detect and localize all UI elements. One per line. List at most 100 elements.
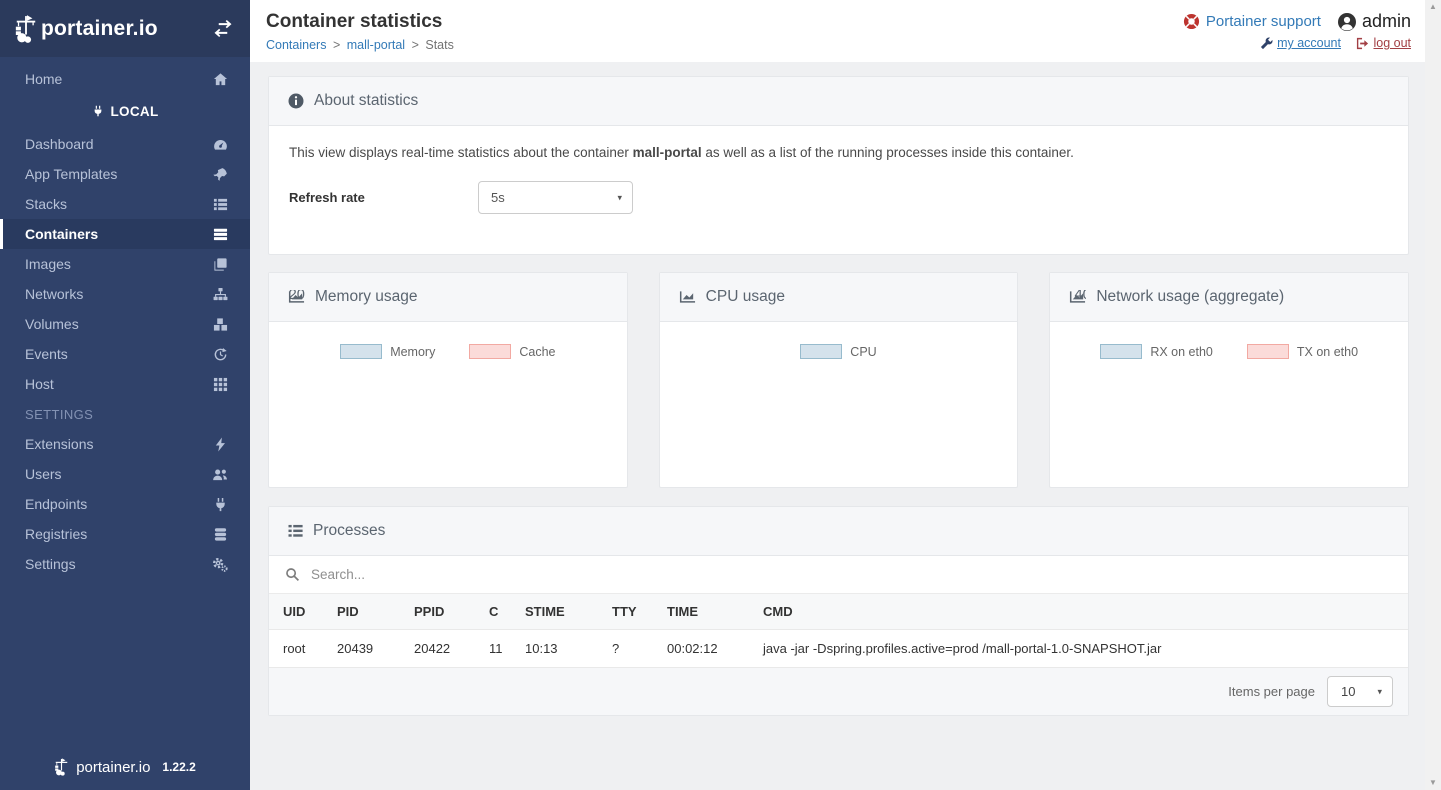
sidebar-item-containers[interactable]: Containers (0, 219, 250, 249)
user-circle-icon (1337, 12, 1357, 32)
charts-row: 0.0B100 MB200 MB10:32:5010:32:5810:33:02… (268, 272, 1409, 488)
column-header-ppid: PPID (404, 594, 479, 630)
sidebar-footer: portainer.io 1.22.2 (0, 744, 250, 790)
search-icon (285, 567, 300, 582)
life-ring-icon (1183, 13, 1200, 30)
column-header-time: TIME (657, 594, 753, 630)
user-menu[interactable]: admin (1337, 11, 1411, 32)
breadcrumb-separator: > (333, 38, 340, 52)
home-icon (213, 72, 228, 87)
sidebar-item-host[interactable]: Host (0, 369, 250, 399)
database-icon (213, 527, 228, 542)
column-header-c: C (479, 594, 515, 630)
brand-text: portainer.io (41, 17, 158, 41)
cpu-usage-panel: 0.0%2%4%10:32:5010:32:5810:33:02 CPU usa… (659, 272, 1019, 488)
about-panel-header: About statistics (269, 77, 1408, 126)
endpoint-name: LOCAL (0, 96, 250, 126)
svg-text:400 kB: 400 kB (1075, 290, 1087, 303)
username: admin (1362, 11, 1411, 32)
about-description: This view displays real-time statistics … (289, 145, 1388, 160)
sidebar-nav: HomeLOCALDashboardApp TemplatesStacksCon… (0, 57, 250, 579)
volumes-icon (213, 317, 228, 332)
about-panel-title: About statistics (314, 92, 418, 110)
breadcrumb-container-name[interactable]: mall-portal (347, 38, 405, 52)
breadcrumb-separator: > (412, 38, 419, 52)
cpu-usage-chart (670, 367, 1007, 457)
items-per-page-label: Items per page (1228, 684, 1315, 699)
sidebar-item-users[interactable]: Users (0, 459, 250, 489)
log-out-link[interactable]: log out (1356, 36, 1411, 50)
legend-cpu: CPU (800, 344, 876, 359)
sidebar-item-events[interactable]: Events (0, 339, 250, 369)
sidebar-item-images[interactable]: Images (0, 249, 250, 279)
breadcrumb-containers[interactable]: Containers (266, 38, 326, 52)
sidebar-item-registries[interactable]: Registries (0, 519, 250, 549)
scroll-down-icon[interactable]: ▼ (1429, 779, 1437, 787)
chart-title: CPU usage (706, 288, 785, 306)
container-name: mall-portal (633, 145, 702, 160)
gears-icon (212, 557, 228, 572)
memory-usage-panel: 0.0B100 MB200 MB10:32:5010:32:5810:33:02… (268, 272, 628, 488)
page-title: Container statistics (266, 11, 454, 33)
items-per-page-select[interactable]: 10 ▾ (1327, 676, 1393, 707)
chevron-down-icon: ▾ (1377, 686, 1382, 697)
svg-text:200 MB: 200 MB (289, 290, 305, 303)
header-user-area: Portainer support admin (1183, 11, 1411, 54)
sidebar-item-app-templates[interactable]: App Templates (0, 159, 250, 189)
sidebar-item-endpoints[interactable]: Endpoints (0, 489, 250, 519)
table-footer: Items per page 10 ▾ (269, 668, 1408, 715)
chart-legend: CPU (670, 344, 1008, 359)
sidebar-item-extensions[interactable]: Extensions (0, 429, 250, 459)
sidebar-item-settings[interactable]: Settings (0, 549, 250, 579)
sidebar-collapse-icon[interactable] (212, 20, 234, 37)
about-statistics-panel: About statistics This view displays real… (268, 76, 1409, 255)
legend-memory: Memory (340, 344, 435, 359)
chart-title: Memory usage (315, 288, 418, 306)
network-usage-chart (1060, 367, 1397, 457)
plug-icon (92, 105, 104, 117)
sidebar-item-stacks[interactable]: Stacks (0, 189, 250, 219)
column-header-stime: STIME (515, 594, 602, 630)
images-icon (213, 257, 228, 272)
app-root: portainer.io HomeLOCALDashboardApp Templ… (0, 0, 1441, 790)
grid-icon (213, 377, 228, 392)
column-header-cmd: CMD (753, 594, 1408, 630)
sidebar-item-volumes[interactable]: Volumes (0, 309, 250, 339)
tasks-icon (288, 524, 303, 538)
portainer-support-link[interactable]: Portainer support (1183, 13, 1321, 30)
scroll-up-icon[interactable]: ▲ (1429, 3, 1437, 11)
column-header-tty: TTY (602, 594, 657, 630)
plug-icon (213, 497, 228, 512)
sidebar-item-dashboard[interactable]: Dashboard (0, 129, 250, 159)
area-chart-icon: 0.0B100 MB200 MB10:32:5010:32:5810:33:02 (288, 290, 305, 304)
area-chart-icon: 0.0B200 kB400 kB10:32:5010:32:5810:33:02 (1069, 290, 1086, 304)
refresh-rate-select[interactable]: 5s ▾ (478, 181, 633, 214)
main-area: Container statistics Containers > mall-p… (250, 0, 1425, 790)
sidebar: portainer.io HomeLOCALDashboardApp Templ… (0, 0, 250, 790)
legend-cache: Cache (469, 344, 555, 359)
refresh-rate-label: Refresh rate (289, 190, 478, 205)
column-header-pid: PID (327, 594, 404, 630)
sidebar-header: portainer.io (0, 0, 250, 57)
history-icon (213, 347, 228, 362)
breadcrumb: Containers > mall-portal > Stats (266, 38, 454, 52)
users-icon (212, 467, 228, 482)
my-account-link[interactable]: my account (1260, 36, 1341, 50)
area-chart-icon: 0.0%2%4%10:32:5010:32:5810:33:02 (679, 290, 696, 304)
footer-brand: portainer.io (76, 759, 150, 776)
chart-legend: Memory Cache (279, 344, 617, 359)
network-usage-panel: 0.0B200 kB400 kB10:32:5010:32:5810:33:02… (1049, 272, 1409, 488)
list-icon (213, 197, 228, 212)
network-icon (213, 287, 228, 302)
sidebar-item-home[interactable]: Home (0, 64, 250, 94)
search-input[interactable] (309, 566, 1392, 583)
memory-usage-chart (279, 367, 616, 457)
sidebar-item-networks[interactable]: Networks (0, 279, 250, 309)
vertical-scrollbar[interactable]: ▲ ▼ (1425, 0, 1441, 790)
portainer-logo[interactable]: portainer.io (14, 15, 158, 43)
processes-panel-title: Processes (313, 522, 385, 540)
footer-version: 1.22.2 (162, 760, 195, 774)
sidebar-section-settings: SETTINGS (0, 399, 250, 429)
column-header-uid: UID (269, 594, 327, 630)
chart-title: Network usage (aggregate) (1096, 288, 1284, 306)
